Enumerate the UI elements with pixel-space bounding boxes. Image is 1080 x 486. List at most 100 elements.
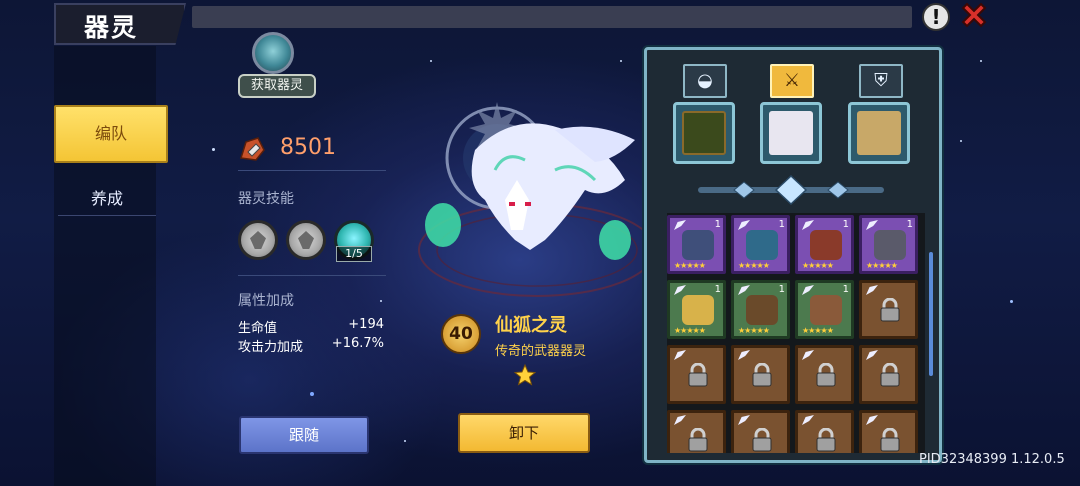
attribute-value: +16.7%: [331, 336, 384, 351]
attribute-name: 攻击力加成: [238, 340, 304, 355]
lock-icon: [688, 363, 708, 387]
spirit-count: 1: [906, 219, 913, 230]
lock-icon: [688, 428, 708, 452]
star-rating: ★★★★★: [674, 261, 706, 270]
page-title: 器灵: [84, 13, 139, 42]
wing-icon: [802, 220, 814, 230]
skills-title: 器灵技能: [238, 191, 294, 207]
locked-spirit-card[interactable]: [731, 345, 790, 404]
wing-icon: [738, 220, 750, 230]
background-star: [960, 140, 962, 142]
lock-icon: [880, 363, 900, 387]
background-star: [404, 440, 406, 442]
wing-icon: [674, 285, 686, 295]
spirit-count: 1: [842, 219, 849, 230]
spirit-card[interactable]: 1 ★★★★★: [859, 215, 918, 274]
spirit-card[interactable]: 1 ★★★★★: [731, 215, 790, 274]
shield-icon: ⛨: [874, 70, 888, 91]
lock-icon: [816, 363, 836, 387]
locked-spirit-card[interactable]: [795, 345, 854, 404]
star-rating: ★★★★★: [738, 261, 770, 270]
attributes-title: 属性加成: [238, 293, 294, 309]
wing-icon: [738, 350, 750, 360]
star-rating: ★★★★★: [802, 326, 834, 335]
lock-icon: [880, 428, 900, 452]
tab-shield[interactable]: ⛨: [859, 64, 903, 98]
fox-spirit-image: [418, 102, 656, 297]
background-star: [380, 300, 382, 302]
wing-icon: [802, 285, 814, 295]
skill-icon[interactable]: [238, 220, 278, 260]
locked-spirit-card[interactable]: [859, 410, 918, 453]
wing-icon: [738, 415, 750, 425]
level-badge: 40: [441, 314, 481, 354]
lock-icon: [752, 428, 772, 452]
star-rating: ★★★★★: [866, 261, 898, 270]
top-bar: [192, 6, 912, 28]
spirit-name: 仙狐之灵: [495, 315, 567, 336]
power-icon: [240, 137, 265, 161]
star-rating: ★★★★★: [802, 261, 834, 270]
game-screen: 器灵 ! 编队 养成 获取器灵 8501 器灵技能 1/5 属性加成 生命值 +…: [0, 0, 1080, 486]
spirit-card[interactable]: 1 ★★★★★: [667, 215, 726, 274]
star-icon: [514, 364, 536, 386]
spirit-card[interactable]: 1 ★★★★★: [667, 280, 726, 339]
spirit-card[interactable]: 1 ★★★★★: [795, 280, 854, 339]
skill-icon[interactable]: [286, 220, 326, 260]
divider: [238, 275, 386, 276]
spirit-count: 1: [778, 219, 785, 230]
wing-icon: [674, 220, 686, 230]
grid-scrollbar[interactable]: [929, 252, 933, 376]
get-spirit-button[interactable]: 获取器灵: [238, 74, 316, 98]
info-icon[interactable]: !: [922, 3, 950, 31]
wing-icon: [802, 350, 814, 360]
equipped-slot-weapon[interactable]: [760, 102, 822, 164]
locked-spirit-card[interactable]: [859, 280, 918, 339]
diamond-divider: [698, 174, 884, 206]
spirit-description: 传奇的武器器灵: [495, 344, 587, 359]
divider: [238, 170, 386, 171]
tab-team[interactable]: 编队: [54, 105, 168, 163]
wing-icon: [738, 285, 750, 295]
wing-icon: [674, 415, 686, 425]
wing-icon: [866, 350, 878, 360]
locked-spirit-card[interactable]: [795, 410, 854, 453]
equipped-slot-shield[interactable]: [848, 102, 910, 164]
get-spirit-icon[interactable]: [252, 32, 294, 74]
star-rating: ★★★★★: [674, 326, 706, 335]
wing-icon: [802, 415, 814, 425]
tab-weapon[interactable]: ⚔: [770, 64, 814, 98]
spirit-count: 1: [778, 284, 785, 295]
background-star: [980, 60, 982, 62]
locked-spirit-card[interactable]: [859, 345, 918, 404]
unequip-button[interactable]: 卸下: [458, 413, 590, 453]
armor-icon: ◒: [697, 70, 713, 91]
locked-spirit-card[interactable]: [667, 345, 726, 404]
follow-button[interactable]: 跟随: [239, 416, 369, 454]
equipped-slot-armor[interactable]: [673, 102, 735, 164]
locked-spirit-card[interactable]: [667, 410, 726, 453]
power-value: 8501: [280, 135, 336, 160]
sword-icon: ⚔: [783, 70, 801, 91]
wing-icon: [674, 350, 686, 360]
wing-icon: [866, 220, 878, 230]
star-rating: ★★★★★: [738, 326, 770, 335]
background-star: [430, 60, 432, 62]
spirit-card[interactable]: 1 ★★★★★: [731, 280, 790, 339]
spirit-card[interactable]: 1 ★★★★★: [795, 215, 854, 274]
background-star: [620, 60, 622, 62]
spirit-count: 1: [842, 284, 849, 295]
lock-icon: [880, 298, 900, 322]
tab-train[interactable]: 养成: [58, 182, 156, 216]
attribute-value: +194: [348, 317, 384, 332]
spirit-grid: 1 ★★★★★ 1 ★★★★★ 1 ★★★★★ 1 ★★★★★ 1 ★★★★★: [667, 213, 925, 453]
tab-armor[interactable]: ◒: [683, 64, 727, 98]
spirit-count: 1: [714, 284, 721, 295]
locked-spirit-card[interactable]: [731, 410, 790, 453]
version-label: PID32348399 1.12.0.5: [919, 452, 1065, 467]
background-star: [212, 148, 215, 151]
skill-count: 1/5: [336, 246, 372, 262]
background-star: [1010, 300, 1013, 303]
spirit-count: 1: [714, 219, 721, 230]
close-icon[interactable]: [958, 1, 990, 33]
